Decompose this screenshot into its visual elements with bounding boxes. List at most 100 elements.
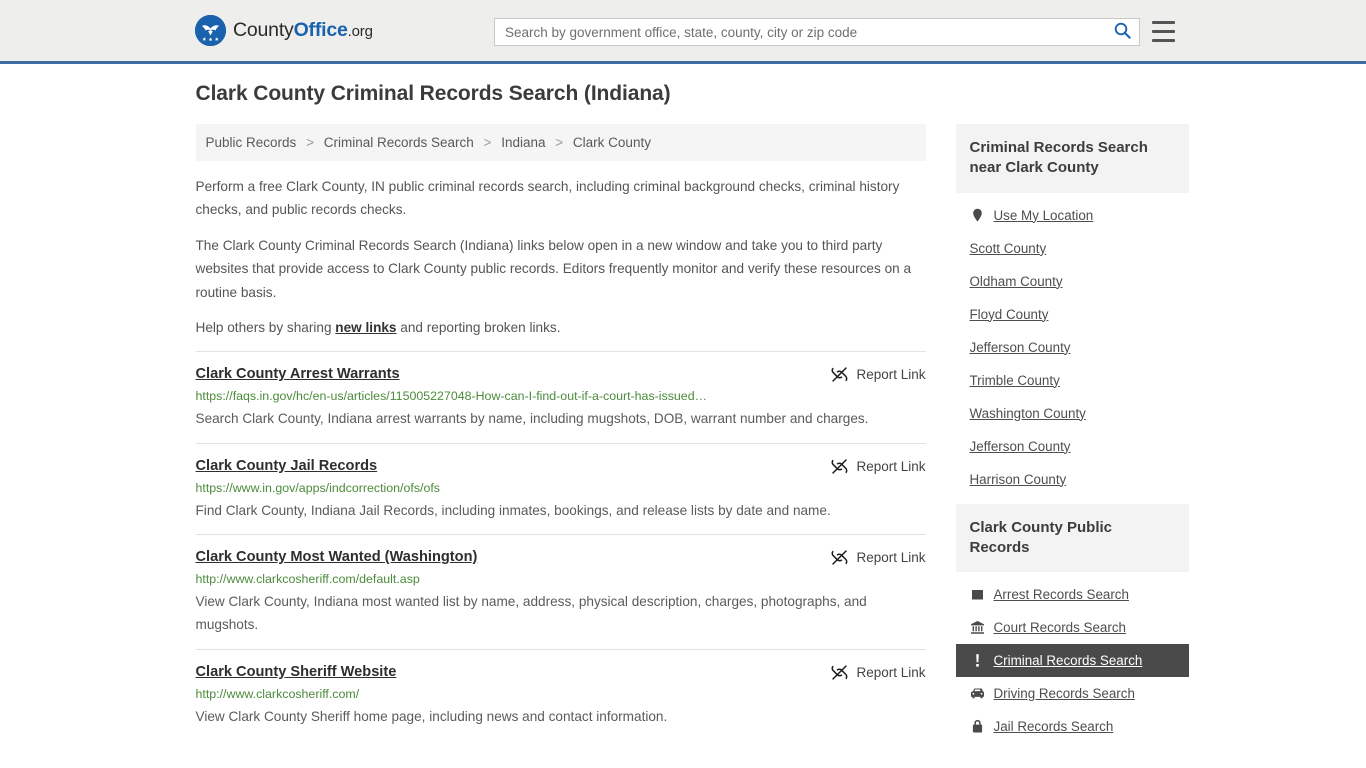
fingerprint-square-icon [970, 587, 985, 602]
sidebar-public-records-heading: Clark County Public Records [955, 503, 1189, 572]
exclamation-icon [970, 653, 985, 668]
hamburger-bar [1152, 21, 1175, 24]
intro-paragraph-3: Help others by sharing new links and rep… [196, 316, 926, 339]
intro-paragraph-1: Perform a free Clark County, IN public c… [195, 179, 900, 218]
report-link-button[interactable]: Report Link [815, 366, 926, 383]
result-item: Clark County Arrest Warrants Report Link h… [195, 351, 926, 442]
sidebar-public-records-list: Arrest Records Search Court Records Searc… [955, 572, 1189, 743]
result-url: https://faqs.in.gov/hc/en-us/articles/11… [195, 389, 707, 404]
result-url: http://www.clarkcosheriff.com/default.as… [195, 572, 420, 586]
breadcrumb-item-public-records[interactable]: Public Records [206, 135, 297, 150]
list-item: Driving Records Search [956, 677, 1189, 710]
sidebar-item-label: Jefferson County [969, 438, 1071, 454]
logo-text-office: Office [293, 19, 348, 41]
sidebar-nearby-item-scott-county[interactable]: Scott County [956, 232, 1189, 265]
result-description: Search Clark County, Indiana arrest warr… [195, 411, 869, 427]
intro-p3-before: Help others by sharing [195, 319, 336, 335]
sidebar-item-label: Criminal Records Search [993, 653, 1143, 668]
hamburger-bar [1152, 39, 1175, 42]
report-link-button[interactable]: Report Link [815, 458, 926, 475]
report-link-button[interactable]: Report Link [815, 549, 926, 566]
page-body: Clark County Criminal Records Search (In… [0, 64, 1366, 751]
list-item: Jefferson County [956, 331, 1189, 364]
breadcrumb-item-criminal-records-search[interactable]: Criminal Records Search [324, 135, 474, 150]
search-bar[interactable] [494, 18, 1140, 46]
sidebar-item-label: Harrison County [969, 471, 1067, 487]
new-links-link[interactable]: new links [335, 320, 396, 335]
sidebar-nearby-heading: Criminal Records Search near Clark Count… [955, 124, 1189, 193]
main-content: Public Records > Criminal Records Search… [195, 124, 926, 740]
breadcrumb: Public Records > Criminal Records Search… [195, 124, 926, 161]
intro-paragraph-2: The Clark County Criminal Records Search… [195, 237, 912, 300]
eagle-shield-logo-icon [195, 15, 226, 46]
breadcrumb-item-clark-county[interactable]: Clark County [573, 135, 651, 150]
sidebar-item-label: Floyd County [969, 306, 1049, 322]
sidebar-item-label: Court Records Search [993, 620, 1126, 635]
sidebar-nearby-list: Use My Location Scott County Oldham County… [956, 193, 1189, 496]
sidebar: Criminal Records Search near Clark Count… [955, 124, 1189, 751]
car-icon [970, 686, 985, 701]
sidebar-nearby-item-trimble-county[interactable]: Trimble County [956, 364, 1189, 397]
result-url: http://www.clarkcosheriff.com/ [195, 686, 360, 701]
sidebar-records-item-arrest-records-search[interactable]: Arrest Records Search [956, 578, 1189, 611]
report-link-button[interactable]: Report Link [815, 664, 926, 681]
broken-link-icon [831, 664, 848, 681]
hamburger-menu-icon[interactable] [1152, 21, 1175, 42]
sidebar-item-label: Trimble County [969, 372, 1060, 388]
list-item: Scott County [956, 232, 1189, 265]
sidebar-item-label: Scott County [969, 240, 1047, 256]
sidebar-records-item-court-records-search[interactable]: Court Records Search [956, 611, 1189, 644]
sidebar-nearby-item-oldham-county[interactable]: Oldham County [956, 265, 1189, 298]
result-title-link[interactable]: Clark County Arrest Warrants [196, 366, 400, 382]
sidebar-records-item-driving-records-search[interactable]: Driving Records Search [956, 677, 1189, 710]
intro-section: Perform a free Clark County, IN public c… [196, 175, 926, 339]
result-description: View Clark County Sheriff home page, inc… [195, 708, 668, 724]
result-title-link[interactable]: Clark County Most Wanted (Washington) [196, 549, 478, 565]
list-item: Oldham County [956, 265, 1189, 298]
breadcrumb-item-indiana[interactable]: Indiana [501, 135, 545, 150]
result-title-link[interactable]: Clark County Jail Records [196, 458, 378, 474]
sidebar-item-label: Oldham County [969, 273, 1063, 289]
logo-text-county: County [233, 19, 294, 41]
hamburger-bar [1152, 30, 1175, 33]
sidebar-nearby-item-harrison-county[interactable]: Harrison County [956, 463, 1189, 496]
result-item: Clark County Most Wanted (Washington) Rep… [195, 534, 926, 649]
breadcrumb-separator: > [306, 135, 314, 150]
list-item: Jefferson County [956, 430, 1189, 463]
result-description: View Clark County, Indiana most wanted l… [195, 594, 867, 633]
list-item: Use My Location [956, 199, 1189, 232]
report-link-label: Report Link [856, 458, 926, 474]
breadcrumb-separator: > [483, 135, 492, 150]
broken-link-icon [831, 458, 848, 475]
sidebar-item-label: Jefferson County [969, 339, 1071, 355]
sidebar-item-label: Washington County [969, 405, 1086, 421]
sidebar-nearby-item-floyd-county[interactable]: Floyd County [956, 298, 1189, 331]
result-title-link[interactable]: Clark County Sheriff Website [196, 664, 397, 680]
sidebar-nearby-item-washington-county[interactable]: Washington County [956, 397, 1189, 430]
broken-link-icon [831, 549, 848, 566]
broken-link-icon [831, 366, 848, 383]
search-input[interactable] [495, 19, 1105, 45]
result-header: Clark County Arrest Warrants Report Link [196, 366, 926, 383]
report-link-label: Report Link [856, 664, 926, 680]
breadcrumb-separator: > [555, 135, 564, 150]
sidebar-nearby-box: Criminal Records Search near Clark Count… [955, 124, 1189, 496]
lock-icon [970, 719, 985, 734]
result-url: https://www.in.gov/apps/indcorrection/of… [195, 480, 441, 495]
search-button[interactable] [1105, 19, 1139, 45]
sidebar-nearby-item-jefferson-county[interactable]: Jefferson County [956, 331, 1189, 364]
sidebar-item-label: Use My Location [993, 207, 1094, 223]
intro-p3-after: and reporting broken links. [396, 319, 561, 335]
sidebar-nearby-item-use-my-location[interactable]: Use My Location [956, 199, 1189, 232]
sidebar-records-item-criminal-records-search[interactable]: Criminal Records Search [955, 644, 1189, 677]
sidebar-item-label: Arrest Records Search [993, 587, 1129, 602]
site-logo[interactable]: CountyOffice.org [195, 15, 373, 46]
result-header: Clark County Sheriff Website Report Link [196, 664, 926, 681]
courthouse-icon [970, 620, 985, 635]
list-item: Criminal Records Search [955, 644, 1189, 677]
list-item: Trimble County [956, 364, 1189, 397]
sidebar-nearby-item-jefferson-county[interactable]: Jefferson County [956, 430, 1189, 463]
sidebar-records-item-jail-records-search[interactable]: Jail Records Search [956, 710, 1189, 743]
search-icon [1114, 22, 1131, 42]
result-item: Clark County Jail Records Report Link http… [195, 442, 926, 534]
